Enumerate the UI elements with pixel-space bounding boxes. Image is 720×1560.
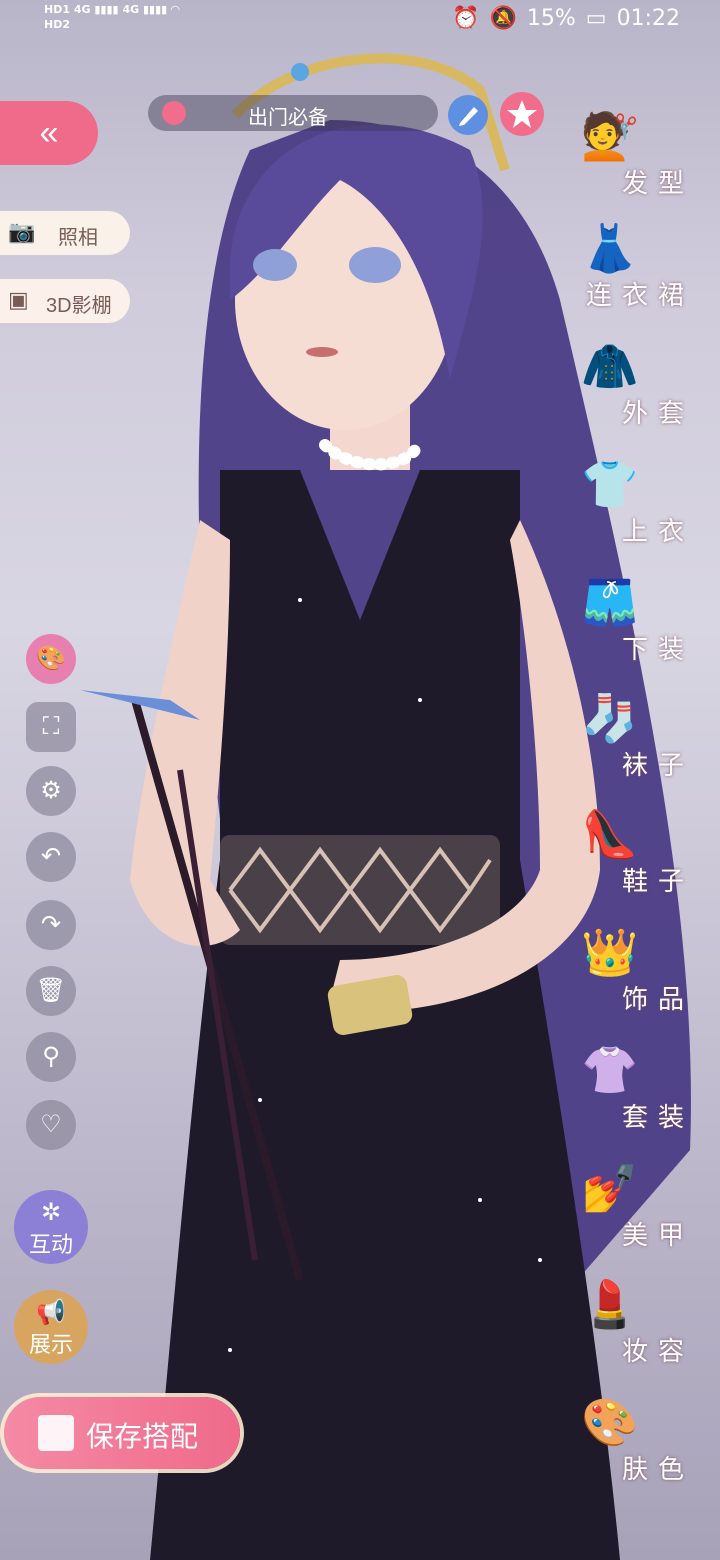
favorite-button[interactable] <box>500 92 544 136</box>
search-icon[interactable]: ⚲ <box>26 1032 76 1082</box>
category-accessories[interactable]: 👑 饰品 <box>574 916 694 1016</box>
alarm-icon: ⏰ <box>452 6 480 31</box>
studio-3d-label: 3D影棚 <box>46 295 112 317</box>
outfit-name: 出门必备 <box>248 107 328 129</box>
save-outfit-label: 保存搭配 <box>86 1421 199 1452</box>
shirt-icon: 👕 <box>581 458 639 510</box>
category-makeup[interactable]: 💄 妆容 <box>574 1268 694 1368</box>
outfit-icon: 👚 <box>581 1044 639 1096</box>
status-left: HD1 4G ▮▮▮▮ 4G ▮▮▮▮ ◠ HD2 <box>44 2 180 32</box>
camera-icon: 📷 <box>8 219 36 244</box>
hair-icon: 💇 <box>581 110 639 162</box>
category-coat[interactable]: 🧥 外套 <box>574 330 694 430</box>
category-label: 上衣 <box>621 517 694 547</box>
category-shoes[interactable]: 👠 鞋子 <box>574 798 694 898</box>
signal-icon: ▮▮▮▮ <box>94 3 119 16</box>
category-top[interactable]: 👕 上衣 <box>574 448 694 548</box>
category-label: 下装 <box>621 635 694 665</box>
category-label: 发型 <box>621 169 694 199</box>
skin-palette-icon: 🎨 <box>581 1396 639 1448</box>
category-label: 连衣裙 <box>585 281 694 311</box>
category-outfit-set[interactable]: 👚 套装 <box>574 1034 694 1134</box>
network-4g-label-2: 4G <box>122 3 140 16</box>
battery-percent: 15% <box>526 6 576 31</box>
interact-label: 互动 <box>28 1232 73 1257</box>
game-scene: HD1 4G ▮▮▮▮ 4G ▮▮▮▮ ◠ HD2 ⏰ 🔕 15% ▭ 01:2… <box>0 0 720 1560</box>
document-icon <box>38 1415 74 1451</box>
mute-icon: 🔕 <box>489 6 517 31</box>
edit-name-button[interactable] <box>448 95 488 135</box>
sim1-label: HD1 <box>44 3 70 16</box>
dress-icon: 👗 <box>581 222 639 274</box>
category-dress[interactable]: 👗 连衣裙 <box>574 212 694 312</box>
category-label: 外套 <box>621 399 694 429</box>
shoe-icon: 👠 <box>581 808 639 860</box>
megaphone-icon: 📢 <box>36 1299 66 1326</box>
category-label: 美甲 <box>621 1221 694 1251</box>
snowflake-icon: ✲ <box>40 1199 62 1226</box>
tiara-icon: 👑 <box>581 926 639 978</box>
category-label: 袜子 <box>621 751 694 781</box>
save-outfit-button[interactable]: 保存搭配 <box>4 1397 240 1469</box>
outfit-name-bar[interactable]: 出门必备 <box>148 95 438 131</box>
star-icon <box>162 101 186 125</box>
shorts-icon: 🩳 <box>581 576 639 628</box>
display-button[interactable]: 📢 展示 <box>14 1290 88 1364</box>
palette-icon[interactable]: 🎨 <box>26 634 76 684</box>
display-label: 展示 <box>28 1332 73 1357</box>
back-button[interactable]: « <box>0 101 98 165</box>
battery-icon: ▭ <box>585 6 607 31</box>
category-label: 肤色 <box>621 1455 694 1485</box>
trash-icon[interactable]: 🗑 <box>26 966 76 1016</box>
category-label: 鞋子 <box>621 867 694 897</box>
photo-label: 照相 <box>58 227 98 249</box>
heart-icon[interactable]: ♡ <box>26 1100 76 1150</box>
signal-icon-2: ▮▮▮▮ <box>142 3 168 16</box>
category-socks[interactable]: 🧦 袜子 <box>574 682 694 782</box>
undo-icon[interactable]: ↶ <box>26 832 76 882</box>
clock: 01:22 <box>616 6 680 31</box>
interact-button[interactable]: ✲ 互动 <box>14 1190 88 1264</box>
photo-button[interactable]: 📷 照相 <box>0 211 130 255</box>
pencil-icon <box>459 107 478 126</box>
category-bottom[interactable]: 🩳 下装 <box>574 566 694 666</box>
gear-icon[interactable]: ⚙ <box>26 766 76 816</box>
status-right: ⏰ 🔕 15% ▭ 01:22 <box>452 6 680 31</box>
category-label: 套装 <box>621 1103 694 1133</box>
sock-icon: 🧦 <box>581 692 639 744</box>
redo-icon[interactable]: ↷ <box>26 900 76 950</box>
network-4g-label: 4G <box>73 3 91 16</box>
category-hair[interactable]: 💇 发型 <box>574 100 694 200</box>
coat-icon: 🧥 <box>581 340 639 392</box>
category-label: 妆容 <box>621 1337 694 1367</box>
category-skin[interactable]: 🎨 肤色 <box>574 1386 694 1486</box>
status-bar: HD1 4G ▮▮▮▮ 4G ▮▮▮▮ ◠ HD2 ⏰ 🔕 15% ▭ 01:2… <box>0 0 720 40</box>
nail-polish-icon: 💅 <box>581 1162 639 1214</box>
fullscreen-icon[interactable]: ⛶ <box>26 702 76 752</box>
studio-3d-button[interactable]: ▣ 3D影棚 <box>0 279 130 323</box>
makeup-icon: 💄 <box>581 1278 639 1330</box>
star-icon <box>507 100 537 128</box>
category-nails[interactable]: 💅 美甲 <box>574 1152 694 1252</box>
wifi-icon: ◠ <box>171 3 180 16</box>
sim2-label: HD2 <box>44 18 70 31</box>
category-label: 饰品 <box>621 985 694 1015</box>
cube-icon: ▣ <box>8 287 29 312</box>
